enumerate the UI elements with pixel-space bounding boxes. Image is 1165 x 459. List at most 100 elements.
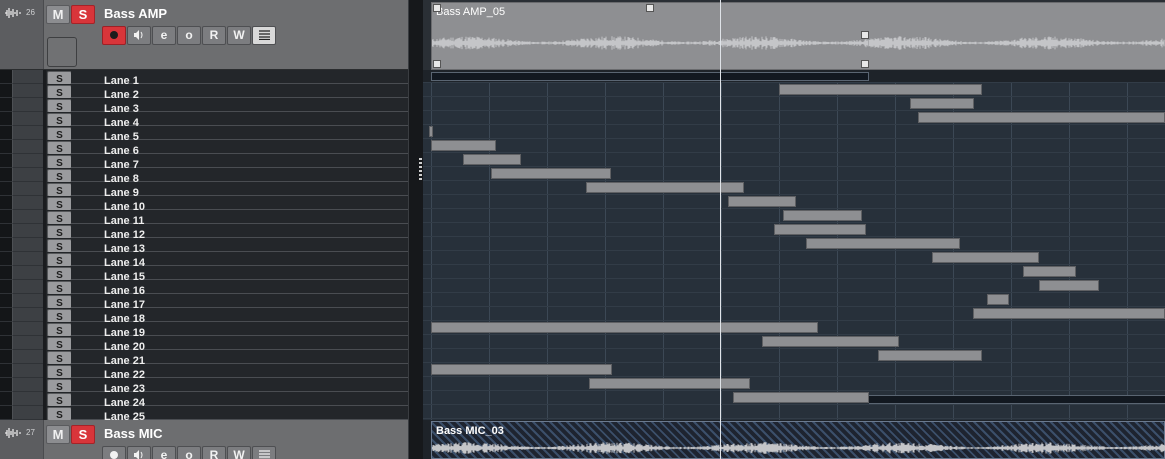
mute-button[interactable]: M xyxy=(46,425,70,444)
lane-audio-event[interactable] xyxy=(431,322,818,333)
lane-row[interactable]: S Lane 1 xyxy=(0,70,408,87)
track-name[interactable]: Bass AMP xyxy=(104,6,167,21)
edit-instrument-button[interactable]: e xyxy=(152,26,176,45)
fade-in-handle[interactable] xyxy=(433,4,441,12)
lane-audio-event[interactable] xyxy=(728,196,796,207)
lane-row[interactable]: S Lane 24 xyxy=(0,392,408,409)
lane-solo-button[interactable]: S xyxy=(47,407,72,421)
write-automation-button[interactable]: W xyxy=(227,446,251,459)
lane-row[interactable]: S Lane 19 xyxy=(0,322,408,339)
lane-row[interactable]: S Lane 6 xyxy=(0,140,408,157)
lane-solo-button[interactable]: S xyxy=(47,337,72,351)
lane-audio-event[interactable] xyxy=(762,336,899,347)
track-name[interactable]: Bass MIC xyxy=(104,426,163,441)
lane-row[interactable]: S Lane 9 xyxy=(0,182,408,199)
lane-solo-button[interactable]: S xyxy=(47,365,72,379)
lane-audio-event[interactable] xyxy=(463,154,521,165)
lane-audio-event[interactable] xyxy=(806,238,960,249)
lane-row[interactable]: S Lane 3 xyxy=(0,98,408,115)
lane-row[interactable]: S Lane 23 xyxy=(0,378,408,395)
lane-row[interactable]: S Lane 21 xyxy=(0,350,408,367)
comp-range-bar[interactable] xyxy=(431,72,869,81)
lane-row[interactable]: S Lane 7 xyxy=(0,154,408,171)
lane-audio-event[interactable] xyxy=(918,112,1165,123)
audio-event-bass-amp[interactable]: Bass AMP_05 xyxy=(431,2,870,70)
lane-solo-button[interactable]: S xyxy=(47,141,72,155)
lane-solo-button[interactable]: S xyxy=(47,71,72,85)
lane-solo-button[interactable]: S xyxy=(47,127,72,141)
lane-solo-button[interactable]: S xyxy=(47,379,72,393)
track-picture[interactable] xyxy=(47,37,77,67)
track-header-bass-amp[interactable]: 26 M S Bass AMP e o R W xyxy=(0,0,408,70)
event-resize-handle[interactable] xyxy=(861,31,869,39)
lane-row[interactable]: S Lane 18 xyxy=(0,308,408,325)
lane-solo-button[interactable]: S xyxy=(47,169,72,183)
record-enable-button[interactable] xyxy=(102,446,126,459)
mute-button[interactable]: M xyxy=(46,5,70,24)
read-automation-button[interactable]: R xyxy=(202,446,226,459)
lane-row[interactable]: S Lane 4 xyxy=(0,112,408,129)
solo-button[interactable]: S xyxy=(71,425,95,444)
lane-audio-event[interactable] xyxy=(431,364,612,375)
lane-row[interactable]: S Lane 25 xyxy=(0,406,408,423)
lane-row[interactable]: S Lane 13 xyxy=(0,238,408,255)
lane-solo-button[interactable]: S xyxy=(47,113,72,127)
lane-solo-button[interactable]: S xyxy=(47,155,72,169)
lane-solo-button[interactable]: S xyxy=(47,225,72,239)
lane-solo-button[interactable]: S xyxy=(47,267,72,281)
lane-audio-event[interactable] xyxy=(910,98,974,109)
lane-solo-button[interactable]: S xyxy=(47,295,72,309)
lane-solo-button[interactable]: S xyxy=(47,183,72,197)
lane-solo-button[interactable]: S xyxy=(47,85,72,99)
volume-handle[interactable] xyxy=(646,4,654,12)
lane-audio-event[interactable] xyxy=(779,84,982,95)
track-header-bass-mic[interactable]: 27 M S Bass MIC e o R W xyxy=(0,420,408,459)
project-cursor[interactable] xyxy=(720,0,721,459)
event-start-handle[interactable] xyxy=(433,60,441,68)
lane-solo-button[interactable]: S xyxy=(47,211,72,225)
lane-audio-event[interactable] xyxy=(491,168,611,179)
lane-audio-event[interactable] xyxy=(932,252,1039,263)
lane-row[interactable]: S Lane 20 xyxy=(0,336,408,353)
lane-row[interactable]: S Lane 17 xyxy=(0,294,408,311)
lane-solo-button[interactable]: S xyxy=(47,309,72,323)
record-enable-button[interactable] xyxy=(102,26,126,45)
lane-audio-event[interactable] xyxy=(878,350,982,361)
timebase-button[interactable]: o xyxy=(177,446,201,459)
monitor-button[interactable] xyxy=(127,26,151,45)
lane-row[interactable]: S Lane 22 xyxy=(0,364,408,381)
lane-row[interactable]: S Lane 14 xyxy=(0,252,408,269)
lane-solo-button[interactable]: S xyxy=(47,323,72,337)
lane-row[interactable]: S Lane 11 xyxy=(0,210,408,227)
audio-event-bass-amp-part[interactable] xyxy=(869,2,1165,70)
lane-solo-button[interactable]: S xyxy=(47,197,72,211)
lane-solo-button[interactable]: S xyxy=(47,281,72,295)
lane-audio-event[interactable] xyxy=(1023,266,1076,277)
lane-audio-event[interactable] xyxy=(429,126,433,137)
lane-solo-button[interactable]: S xyxy=(47,99,72,113)
edit-instrument-button[interactable]: e xyxy=(152,446,176,459)
lane-audio-event[interactable] xyxy=(987,294,1009,305)
monitor-button[interactable] xyxy=(127,446,151,459)
lane-range-bar[interactable] xyxy=(869,395,1165,404)
lane-audio-event[interactable] xyxy=(733,392,869,403)
lanes-button[interactable] xyxy=(252,446,276,459)
lane-audio-event[interactable] xyxy=(973,308,1165,319)
splitter-grip-icon[interactable] xyxy=(419,158,422,180)
lane-audio-event[interactable] xyxy=(431,140,496,151)
timebase-button[interactable]: o xyxy=(177,26,201,45)
lane-row[interactable]: S Lane 15 xyxy=(0,266,408,283)
solo-button[interactable]: S xyxy=(71,5,95,24)
lane-solo-button[interactable]: S xyxy=(47,253,72,267)
lane-row[interactable]: S Lane 16 xyxy=(0,280,408,297)
panel-splitter[interactable] xyxy=(408,0,424,459)
audio-event-bass-mic[interactable]: Bass MIC_03 xyxy=(431,421,1165,459)
lane-audio-event[interactable] xyxy=(783,210,862,221)
lane-row[interactable]: S Lane 5 xyxy=(0,126,408,143)
lane-row[interactable]: S Lane 10 xyxy=(0,196,408,213)
write-automation-button[interactable]: W xyxy=(227,26,251,45)
lane-solo-button[interactable]: S xyxy=(47,239,72,253)
lane-audio-event[interactable] xyxy=(589,378,750,389)
project-window-event-display[interactable]: Bass AMP_05 Bass MIC_03 xyxy=(423,0,1165,459)
lane-audio-event[interactable] xyxy=(774,224,866,235)
